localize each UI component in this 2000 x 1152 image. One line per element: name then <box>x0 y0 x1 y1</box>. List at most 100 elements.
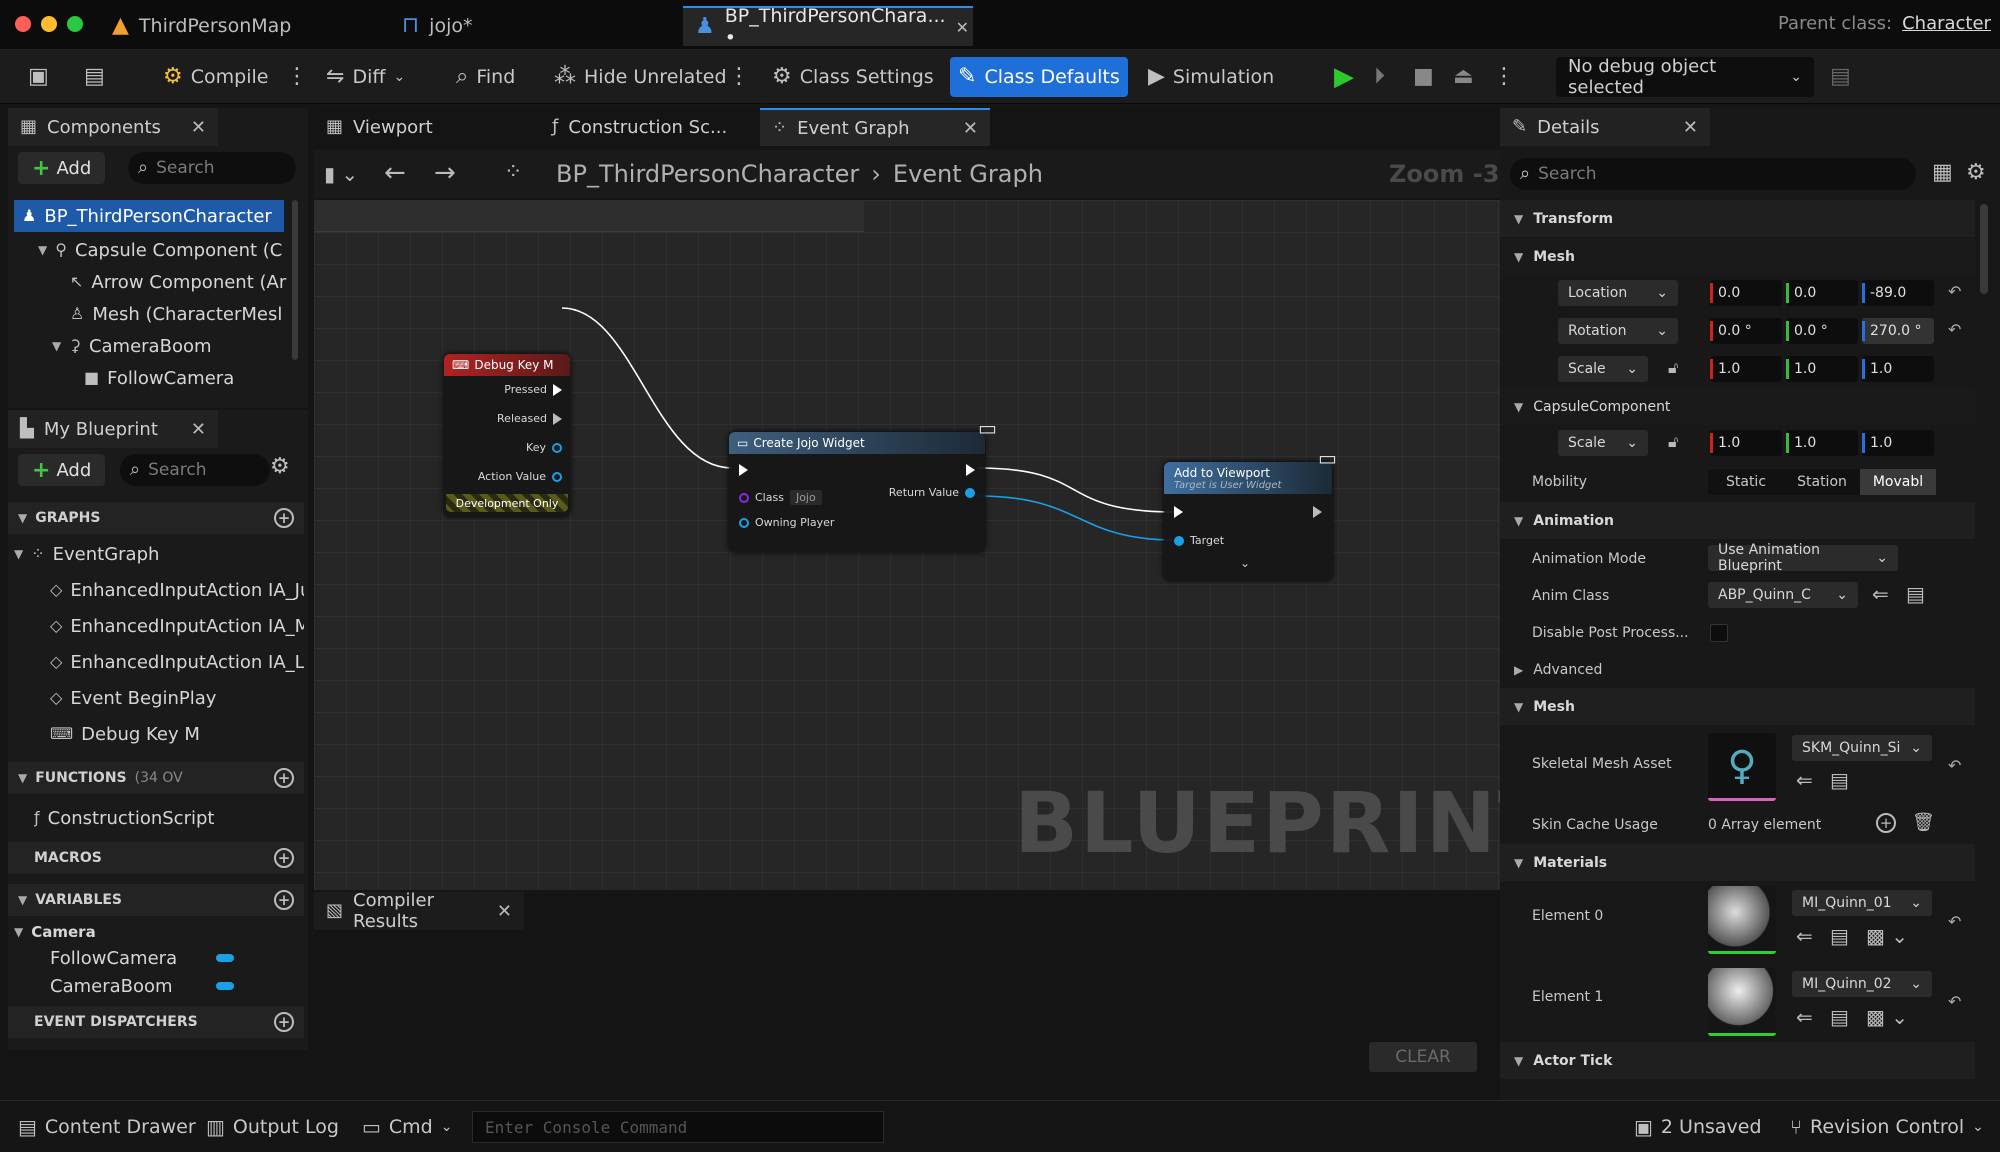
anim-class-dropdown[interactable]: ABP_Quinn_C ⌄ <box>1708 582 1858 608</box>
hide-unrelated-options[interactable]: ⋮ <box>720 57 758 97</box>
add-function-icon[interactable]: + <box>274 768 294 788</box>
content-drawer-button[interactable]: ▤ Content Drawer <box>8 1111 206 1143</box>
stop-button[interactable]: ■ <box>1405 57 1442 97</box>
doc-tab-thirdpersonmap[interactable]: ▲ ThirdPersonMap <box>100 6 390 46</box>
pin-return-value[interactable]: Return Value <box>889 486 975 499</box>
compile-button[interactable]: ⚙ Compile <box>155 57 276 97</box>
pin-exec-in[interactable] <box>739 464 748 476</box>
variable-item-cameraboom[interactable]: CameraBoom <box>50 970 304 1002</box>
close-icon[interactable]: ✕ <box>1683 117 1698 138</box>
capsule-scale-y-field[interactable]: 1.0 <box>1786 430 1858 456</box>
disable-post-checkbox[interactable] <box>1710 624 1728 642</box>
pin-class[interactable]: Class Jojo <box>739 490 822 505</box>
revision-control-button[interactable]: ⑂ Revision Control ⌄ <box>1780 1111 1994 1143</box>
output-log-button[interactable]: ▥ Output Log <box>196 1111 349 1143</box>
console-input[interactable]: Enter Console Command <box>472 1111 884 1143</box>
play-options-button[interactable]: ⋮ <box>1485 57 1523 97</box>
graph-item-ia-move[interactable]: ◇ EnhancedInputAction IA_M <box>50 610 304 642</box>
minimize-window-button[interactable] <box>41 16 57 32</box>
tab-construction-script[interactable]: ƒ Construction Sc... <box>540 108 760 146</box>
breadcrumb-root[interactable]: BP_ThirdPersonCharacter <box>556 160 859 188</box>
debug-object-dropdown[interactable]: No debug object selected ⌄ <box>1556 56 1814 98</box>
material0-thumbnail[interactable] <box>1708 886 1776 954</box>
clear-button[interactable]: CLEAR <box>1369 1042 1477 1072</box>
tree-item-capsule[interactable]: ▼ ⚲ Capsule Component (C <box>38 234 288 266</box>
settings-button[interactable]: ⚙ <box>270 456 290 478</box>
frame-skip-button[interactable]: ⏵ <box>1366 57 1393 97</box>
scale-z-field[interactable]: 1.0 <box>1862 356 1934 382</box>
pin-owning-player[interactable]: Owning Player <box>739 516 834 529</box>
forward-button[interactable]: → <box>434 158 456 188</box>
scale-x-field[interactable]: 1.0 <box>1710 356 1782 382</box>
reset-element0-button[interactable]: ↶ <box>1948 912 1961 931</box>
location-y-field[interactable]: 0.0 <box>1786 280 1858 306</box>
hide-unrelated-button[interactable]: ⁂ Hide Unrelated <box>546 57 735 97</box>
components-scrollbar[interactable] <box>292 200 298 360</box>
scale-lock-button[interactable]: 🔓︎ <box>1668 358 1678 378</box>
details-tab[interactable]: ✎ Details ✕ <box>1500 108 1710 146</box>
capsule-scale-x-field[interactable]: 1.0 <box>1710 430 1782 456</box>
event-graph-canvas[interactable]: ⌨ Debug Key M Pressed Released Key Actio… <box>314 200 1500 890</box>
tree-item-cameraboom[interactable]: ▼ ⚳ CameraBoom <box>52 330 288 362</box>
material1-thumbnail[interactable] <box>1708 968 1776 1036</box>
advanced-row[interactable]: ▶ Advanced <box>1500 651 1975 688</box>
find-button[interactable]: ⌕ Find <box>448 57 523 97</box>
capsule-scale-lock-button[interactable]: 🔓︎ <box>1668 432 1678 452</box>
mobility-movable[interactable]: Movabl <box>1860 468 1936 495</box>
my-blueprint-search[interactable]: ⌕ Search <box>120 454 270 486</box>
graph-item-debug-key-m[interactable]: ⌨ Debug Key M <box>50 718 304 750</box>
tab-viewport[interactable]: ▦ Viewport <box>314 108 534 146</box>
simulation-button[interactable]: ▶ Simulation <box>1140 57 1282 97</box>
pin-key[interactable]: Key <box>526 441 562 454</box>
maximize-window-button[interactable] <box>67 16 83 32</box>
tab-event-graph[interactable]: ⁘ Event Graph ✕ <box>760 108 990 146</box>
save-button[interactable]: ▣ <box>20 57 57 97</box>
rotation-y-field[interactable]: 0.0 ° <box>1786 318 1858 344</box>
bookmark-button[interactable]: ▮ ⌄ <box>324 162 358 186</box>
rotation-z-field[interactable]: 270.0 ° <box>1862 318 1934 344</box>
back-button[interactable]: ← <box>384 158 406 188</box>
location-z-field[interactable]: -89.0 <box>1862 280 1934 306</box>
details-scrollbar[interactable] <box>1980 204 1988 294</box>
mobility-static[interactable]: Static <box>1708 469 1784 495</box>
eject-button[interactable]: ⏏ <box>1445 57 1482 97</box>
tree-item-arrow[interactable]: ↖ Arrow Component (Ar <box>70 266 288 298</box>
compile-options-button[interactable]: ⋮ <box>278 57 316 97</box>
details-search[interactable]: ⌕ Search <box>1510 158 1916 190</box>
reset-rotation-button[interactable]: ↶ <box>1948 320 1961 339</box>
class-settings-button[interactable]: ⚙ Class Settings <box>764 57 942 97</box>
parent-class-link[interactable]: Character <box>1902 13 1991 34</box>
reset-element1-button[interactable]: ↶ <box>1948 992 1961 1011</box>
capsule-scale-mode-dropdown[interactable]: Scale ⌄ <box>1558 430 1648 456</box>
pin-exec-out[interactable] <box>966 464 975 476</box>
pin-released[interactable]: Released <box>497 412 562 425</box>
doc-tab-jojo[interactable]: ⊓ jojo* <box>390 6 680 46</box>
browse-asset-button[interactable]: ▤ <box>1830 1005 1849 1029</box>
add-variable-icon[interactable]: + <box>274 890 294 910</box>
use-selected-button[interactable]: ⇐ <box>1796 924 1813 948</box>
add-member-button[interactable]: + Add <box>18 454 106 486</box>
element0-dropdown[interactable]: MI_Quinn_01 ⌄ <box>1792 890 1932 916</box>
debug-browse-button[interactable]: ▤ <box>1822 57 1859 97</box>
animation-section-header[interactable]: ▼ Animation <box>1500 502 1975 539</box>
close-window-button[interactable] <box>15 16 31 32</box>
functions-section-header[interactable]: ▼ FUNCTIONS (34 OV + <box>8 762 304 794</box>
expand-node-button[interactable]: ⌄ <box>1240 556 1250 570</box>
material-options-button[interactable]: ▩ ⌄ <box>1866 924 1908 948</box>
close-icon[interactable]: ✕ <box>963 118 978 139</box>
browse-asset-button[interactable]: ▤ <box>1830 924 1849 948</box>
location-mode-dropdown[interactable]: Location ⌄ <box>1558 280 1678 306</box>
add-macro-icon[interactable]: + <box>274 848 294 868</box>
graphs-section-header[interactable]: ▼ GRAPHS + <box>8 502 304 534</box>
close-icon[interactable]: ✕ <box>191 117 206 138</box>
close-icon[interactable]: ✕ <box>191 419 206 440</box>
graph-item-beginplay[interactable]: ◇ Event BeginPlay <box>50 682 304 714</box>
macros-section-header[interactable]: MACROS + <box>8 842 304 874</box>
add-component-button[interactable]: + Add <box>18 152 106 184</box>
details-settings-button[interactable]: ⚙ <box>1966 160 1986 185</box>
graph-item-ia-look[interactable]: ◇ EnhancedInputAction IA_Lc <box>50 646 304 678</box>
compiler-results-tab[interactable]: ▧ Compiler Results ✕ <box>314 890 524 932</box>
pin-exec-in[interactable] <box>1174 506 1183 518</box>
element1-dropdown[interactable]: MI_Quinn_02 ⌄ <box>1792 971 1932 997</box>
pin-action-value[interactable]: Action Value <box>478 470 562 483</box>
